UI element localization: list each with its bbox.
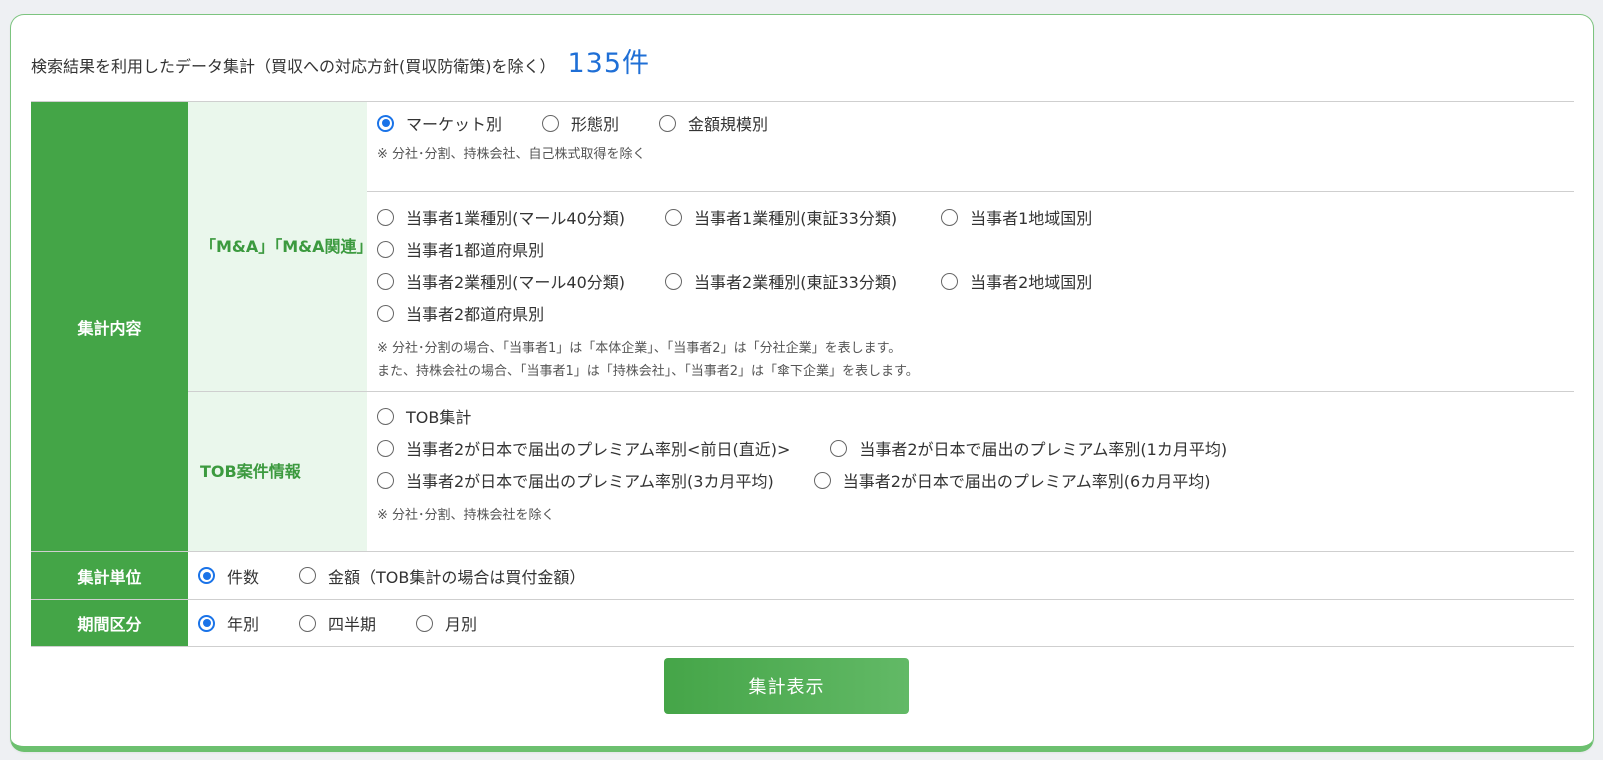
radio-icon[interactable] xyxy=(941,208,959,226)
radio-party1-tse[interactable]: 当事者1業種別(東証33分類) xyxy=(665,201,897,233)
radio-unit-count[interactable]: 件数 xyxy=(198,560,259,592)
radio-icon[interactable] xyxy=(377,208,394,226)
radio-icon[interactable] xyxy=(416,614,434,632)
radio-icon-checked[interactable] xyxy=(198,567,215,584)
tob-options: TOB集計 当事者2が日本で届出のプレミアム率別<前日(直近)> 当事者2が日本… xyxy=(367,392,1574,551)
radio-icon[interactable] xyxy=(377,471,394,489)
radio-market[interactable]: マーケット別 xyxy=(377,107,502,139)
market-note: ※ 分社･分割、持株会社、自己株式取得を除く xyxy=(377,147,646,162)
radio-icon[interactable] xyxy=(542,114,560,132)
aggregation-panel: 検索結果を利用したデータ集計（買収への対応方針(買収防衛策)を除く） 135件 … xyxy=(10,14,1594,752)
aggregation-label: 集計内容 xyxy=(31,102,188,551)
radio-icon[interactable] xyxy=(377,240,394,258)
aggregation-options: 「M&A」「M&A関連」 マーケット別 形態別 金額規模別 ※ 分社･分割、持株… xyxy=(188,102,1574,551)
radio-icon[interactable] xyxy=(665,208,683,226)
market-options: マーケット別 形態別 金額規模別 ※ 分社･分割、持株会社、自己株式取得を除く xyxy=(367,102,1574,192)
radio-party2-prefecture[interactable]: 当事者2都道府県別 xyxy=(377,297,544,329)
radio-period-year[interactable]: 年別 xyxy=(198,607,259,639)
radio-icon[interactable] xyxy=(665,272,683,290)
aggregation-row: 集計内容 「M&A」「M&A関連」 マーケット別 形態別 金額規模別 ※ 分社･… xyxy=(31,101,1574,551)
radio-premium-3m[interactable]: 当事者2が日本で届出のプレミアム率別(3カ月平均) xyxy=(377,464,774,496)
tob-section: TOB案件情報 TOB集計 当事者2が日本で届出のプレミアム率別<前日(直近)>… xyxy=(188,391,1574,551)
radio-icon[interactable] xyxy=(830,439,848,457)
settings-table: 集計内容 「M&A」「M&A関連」 マーケット別 形態別 金額規模別 ※ 分社･… xyxy=(31,101,1574,647)
tob-label: TOB案件情報 xyxy=(188,392,367,551)
radio-icon[interactable] xyxy=(377,439,394,457)
radio-party1-mar[interactable]: 当事者1業種別(マール40分類) xyxy=(377,201,625,233)
radio-party2-region[interactable]: 当事者2地域国別 xyxy=(941,265,1092,297)
radio-icon[interactable] xyxy=(659,114,677,132)
radio-premium-1m[interactable]: 当事者2が日本で届出のプレミアム率別(1カ月平均) xyxy=(830,432,1227,464)
period-row: 期間区分 年別 四半期 月別 xyxy=(31,599,1574,647)
result-count: 135件 xyxy=(567,48,651,79)
radio-party1-region[interactable]: 当事者1地域国別 xyxy=(941,201,1092,233)
radio-icon[interactable] xyxy=(941,272,959,290)
party-note-2: また、持株会社の場合、「当事者1」は「持株会社」、「当事者2」は「傘下企業」を表… xyxy=(377,364,919,379)
radio-premium-6m[interactable]: 当事者2が日本で届出のプレミアム率別(6カ月平均) xyxy=(813,464,1210,496)
unit-options: 件数 金額（TOB集計の場合は買付金額） xyxy=(188,552,1574,599)
radio-icon[interactable] xyxy=(377,272,394,290)
radio-amount-scale[interactable]: 金額規模別 xyxy=(659,107,768,139)
radio-icon-checked[interactable] xyxy=(377,114,394,132)
radio-icon[interactable] xyxy=(299,614,317,632)
radio-icon[interactable] xyxy=(377,304,394,322)
ma-label: 「M&A」「M&A関連」 xyxy=(188,102,373,391)
party-options: 当事者1業種別(マール40分類) 当事者1業種別(東証33分類) 当事者1地域国… xyxy=(367,192,1574,391)
radio-icon[interactable] xyxy=(377,407,394,425)
radio-form[interactable]: 形態別 xyxy=(542,107,619,139)
radio-party2-mar[interactable]: 当事者2業種別(マール40分類) xyxy=(377,265,625,297)
panel-header: 検索結果を利用したデータ集計（買収への対応方針(買収防衛策)を除く） 135件 xyxy=(31,41,650,80)
unit-row: 集計単位 件数 金額（TOB集計の場合は買付金額） xyxy=(31,551,1574,599)
radio-tob-total[interactable]: TOB集計 xyxy=(377,400,471,432)
radio-party2-tse[interactable]: 当事者2業種別(東証33分類) xyxy=(665,265,897,297)
period-options: 年別 四半期 月別 xyxy=(188,600,1574,646)
radio-period-quarter[interactable]: 四半期 xyxy=(299,607,376,639)
period-label: 期間区分 xyxy=(31,600,188,646)
submit-aggregation-button[interactable]: 集計表示 xyxy=(664,658,909,714)
radio-unit-amount[interactable]: 金額（TOB集計の場合は買付金額） xyxy=(299,560,585,592)
radio-party1-prefecture[interactable]: 当事者1都道府県別 xyxy=(377,233,544,265)
tob-note: ※ 分社･分割、持株会社を除く xyxy=(377,508,555,523)
radio-period-month[interactable]: 月別 xyxy=(416,607,477,639)
unit-label: 集計単位 xyxy=(31,552,188,599)
radio-icon-checked[interactable] xyxy=(198,614,215,632)
party-note-1: ※ 分社･分割の場合、「当事者1」は「本体企業」、「当事者2」は「分社企業」を表… xyxy=(377,341,902,356)
radio-premium-prev-day[interactable]: 当事者2が日本で届出のプレミアム率別<前日(直近)> xyxy=(377,432,790,464)
ma-section: 「M&A」「M&A関連」 マーケット別 形態別 金額規模別 ※ 分社･分割、持株… xyxy=(188,102,1574,391)
radio-icon[interactable] xyxy=(813,471,831,489)
radio-icon[interactable] xyxy=(299,567,317,584)
header-title: 検索結果を利用したデータ集計（買収への対応方針(買収防衛策)を除く） xyxy=(31,57,556,76)
